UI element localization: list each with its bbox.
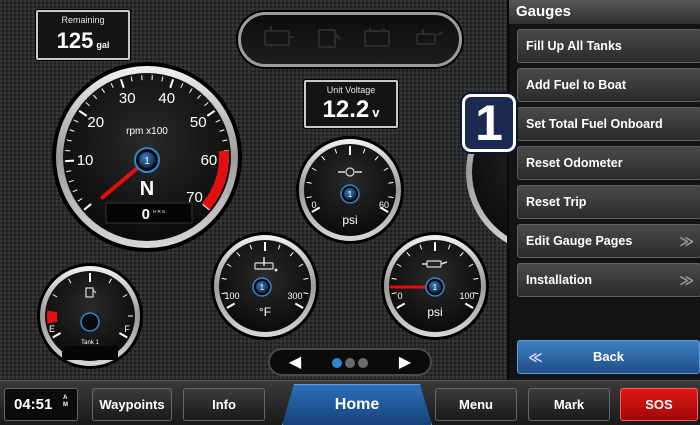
menu-item-reset-trip[interactable]: Reset Trip	[517, 185, 700, 219]
back-button[interactable]: ≪ Back	[517, 340, 700, 374]
fuel-can-icon	[318, 29, 341, 48]
menu-item-label: Fill Up All Tanks	[526, 39, 622, 53]
fuel-remaining-value: 125 gal	[38, 28, 128, 54]
menu-item-add-fuel-to-boat[interactable]: Add Fuel to Boat	[517, 68, 700, 102]
menu-item-label: Edit Gauge Pages	[526, 234, 633, 248]
fuel-remaining-number: 125	[56, 28, 94, 53]
page-indicator-dots	[332, 358, 368, 368]
oil-pressure-min-label: 0	[397, 291, 402, 301]
menu-item-label: Installation	[526, 273, 592, 287]
oil-pressure-gauge: 0 100 psi 1	[381, 232, 489, 340]
waypoints-button[interactable]: Waypoints	[92, 388, 172, 421]
clock-am-letter: A	[63, 395, 68, 401]
clock-ampm: AM	[63, 395, 68, 409]
temperature-badge-label: 1	[260, 283, 265, 292]
mark-button[interactable]: Mark	[528, 388, 610, 421]
tachometer-tick-label: 10	[77, 152, 94, 169]
menu-item-label: Set Total Fuel Onboard	[526, 117, 663, 131]
gauges-screen: 10 20 30 40 50 60 70 rpm x100 N 0 H R S 1	[0, 0, 700, 425]
back-chevron-icon: ≪	[528, 349, 543, 365]
menu-item-label: Add Fuel to Boat	[526, 78, 626, 92]
menu-item-fill-up-all-tanks[interactable]: Fill Up All Tanks	[517, 29, 700, 63]
temperature-gauge: 100 300 °F 1	[211, 232, 319, 340]
tachometer-gauge: 102030 40506070 rpm x100 N 0 H R S 1	[52, 62, 242, 252]
panel-title: Gauges	[509, 0, 700, 24]
step-callout-badge: 1	[462, 94, 516, 152]
fuel-readout	[62, 346, 118, 360]
unit-voltage-number: 12.2	[322, 96, 370, 123]
clock-display: 04:51 AM	[4, 388, 78, 421]
oil-pressure-badge-label: 1	[433, 283, 438, 292]
tachometer-tick-label: 50	[190, 114, 207, 131]
next-page-button[interactable]: ▶	[396, 354, 414, 372]
boost-min-label: 0	[311, 200, 316, 210]
menu-item-label: Reset Odometer	[526, 156, 623, 170]
fuel-level-indicator	[47, 310, 58, 324]
unit-voltage-display: Unit Voltage 12.2 v	[304, 80, 398, 128]
temperature-min-label: 100	[224, 291, 239, 301]
unit-voltage-label: Unit Voltage	[326, 85, 376, 95]
clock-m-letter: M	[63, 402, 68, 408]
warning-indicator-bar	[238, 12, 462, 67]
gauges-menu-panel: Gauges Fill Up All Tanks Add Fuel to Boa…	[507, 0, 700, 380]
fuel-remaining-unit: gal	[96, 40, 110, 50]
submenu-chevron-icon: ≫	[679, 272, 694, 288]
fuel-remaining-label: Remaining	[61, 15, 105, 25]
gear-indicator: N	[140, 178, 154, 200]
page-dot	[345, 358, 355, 368]
tachometer-tick-label: 20	[87, 114, 104, 131]
engine-hours-unit: H R S	[153, 209, 165, 214]
page-dot	[332, 358, 342, 368]
menu-item-set-total-fuel-onboard[interactable]: Set Total Fuel Onboard	[517, 107, 700, 141]
engine-hours-value: 0	[142, 206, 150, 223]
tachometer-tick-label: 60	[201, 152, 218, 169]
sos-button[interactable]: SOS	[620, 388, 698, 421]
tachometer-tick-label: 40	[158, 90, 175, 107]
engine-icon	[264, 26, 294, 46]
menu-item-reset-odometer[interactable]: Reset Odometer	[517, 146, 700, 180]
temperature-max-label: 300	[287, 291, 302, 301]
boost-unit-label: psi	[342, 213, 357, 227]
tachometer-units-label: rpm x100	[126, 126, 168, 137]
boost-badge-label: 1	[348, 190, 353, 199]
fuel-empty-label: E	[49, 324, 55, 334]
gauge-page-navigator: ◀ ▶	[268, 348, 432, 376]
home-button[interactable]: Home	[282, 384, 432, 425]
battery-icon	[364, 28, 390, 47]
fuel-hub	[80, 312, 100, 332]
warning-icons	[264, 26, 444, 48]
oil-pressure-max-label: 100	[459, 291, 474, 301]
fuel-tank-name: Tank 1	[81, 340, 99, 346]
clock-time: 04:51	[14, 396, 53, 413]
menu-item-installation[interactable]: Installation ≫	[517, 263, 700, 297]
fuel-full-label: F	[124, 324, 130, 334]
engine-badge-label: 1	[144, 156, 150, 167]
unit-voltage-unit: v	[372, 105, 380, 120]
fuel-remaining-display: Remaining 125 gal	[36, 10, 130, 60]
oil-pressure-unit-label: psi	[427, 305, 442, 319]
fuel-tank-gauge: E F Tank 1	[37, 263, 143, 369]
menu-button[interactable]: Menu	[435, 388, 517, 421]
menu-item-label: Reset Trip	[526, 195, 587, 209]
temperature-unit-label: °F	[259, 305, 271, 319]
previous-page-button[interactable]: ◀	[286, 354, 304, 372]
tachometer-tick-label: 30	[119, 90, 136, 107]
unit-voltage-value: 12.2 v	[306, 96, 396, 124]
menu-item-edit-gauge-pages[interactable]: Edit Gauge Pages ≫	[517, 224, 700, 258]
info-button[interactable]: Info	[183, 388, 265, 421]
boost-pressure-gauge: 0 60 psi 1	[296, 136, 404, 244]
back-button-label: Back	[592, 349, 625, 364]
page-dot	[358, 358, 368, 368]
submenu-chevron-icon: ≫	[679, 233, 694, 249]
boost-max-label: 60	[379, 200, 389, 210]
oil-can-icon	[416, 29, 444, 45]
